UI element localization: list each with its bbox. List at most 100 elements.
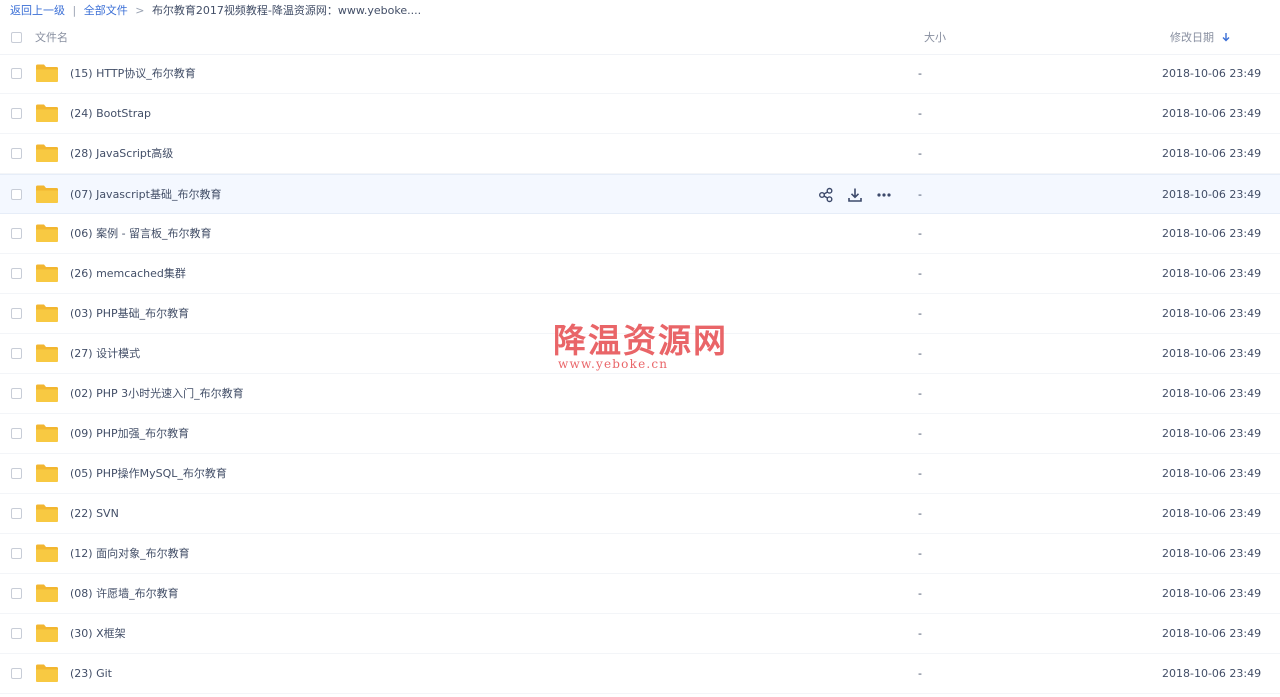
file-date: 2018-10-06 23:49: [1162, 147, 1262, 160]
watermark: 降温资源网 www.yeboke.cn: [553, 322, 733, 376]
column-header-size[interactable]: 大小: [924, 22, 946, 54]
file-size: -: [918, 587, 922, 600]
folder-icon: [36, 664, 58, 682]
row-checkbox[interactable]: [11, 189, 22, 200]
row-checkbox[interactable]: [11, 108, 22, 119]
file-date: 2018-10-06 23:49: [1162, 587, 1262, 600]
file-date: 2018-10-06 23:49: [1162, 227, 1262, 240]
row-checkbox[interactable]: [11, 508, 22, 519]
file-name[interactable]: (26) memcached集群: [70, 254, 186, 294]
row-checkbox[interactable]: [11, 388, 22, 399]
file-size: -: [918, 67, 922, 80]
file-row[interactable]: (02) PHP 3小时光速入门_布尔教育 - 2018-10-06 23:49: [0, 374, 1280, 414]
file-size: -: [918, 188, 922, 201]
folder-icon: [36, 384, 58, 402]
watermark-sub: www.yeboke.cn: [558, 357, 669, 371]
row-checkbox[interactable]: [11, 548, 22, 559]
folder-icon: [36, 424, 58, 442]
file-date: 2018-10-06 23:49: [1162, 307, 1262, 320]
file-row[interactable]: (07) Javascript基础_布尔教育 - 2018-10-06 23:4…: [0, 174, 1280, 214]
file-name[interactable]: (27) 设计模式: [70, 334, 140, 374]
file-date: 2018-10-06 23:49: [1162, 547, 1262, 560]
file-date: 2018-10-06 23:49: [1162, 267, 1262, 280]
file-row[interactable]: (06) 案例 - 留言板_布尔教育 - 2018-10-06 23:49: [0, 214, 1280, 254]
file-date: 2018-10-06 23:49: [1162, 507, 1262, 520]
file-size: -: [918, 107, 922, 120]
file-name[interactable]: (22) SVN: [70, 494, 119, 534]
file-date: 2018-10-06 23:49: [1162, 467, 1262, 480]
file-row[interactable]: (22) SVN - 2018-10-06 23:49: [0, 494, 1280, 534]
file-name[interactable]: (03) PHP基础_布尔教育: [70, 294, 189, 334]
row-checkbox[interactable]: [11, 348, 22, 359]
share-icon[interactable]: [818, 187, 834, 203]
file-row[interactable]: (26) memcached集群 - 2018-10-06 23:49: [0, 254, 1280, 294]
file-date: 2018-10-06 23:49: [1162, 67, 1262, 80]
file-row[interactable]: (15) HTTP协议_布尔教育 - 2018-10-06 23:49: [0, 54, 1280, 94]
file-name[interactable]: (24) BootStrap: [70, 94, 151, 134]
column-header-date-label: 修改日期: [1170, 31, 1214, 44]
breadcrumb-current: 布尔教育2017视频教程-降温资源网：www.yeboke....: [151, 4, 422, 17]
file-row[interactable]: (28) JavaScript高级 - 2018-10-06 23:49: [0, 134, 1280, 174]
folder-icon: [36, 144, 58, 162]
folder-icon: [36, 64, 58, 82]
file-row[interactable]: (24) BootStrap - 2018-10-06 23:49: [0, 94, 1280, 134]
file-name[interactable]: (06) 案例 - 留言板_布尔教育: [70, 214, 212, 254]
file-size: -: [918, 467, 922, 480]
file-row[interactable]: (23) Git - 2018-10-06 23:49: [0, 654, 1280, 694]
file-size: -: [918, 547, 922, 560]
row-checkbox[interactable]: [11, 468, 22, 479]
download-icon[interactable]: [847, 187, 863, 203]
folder-icon: [36, 185, 58, 203]
file-name[interactable]: (05) PHP操作MySQL_布尔教育: [70, 454, 227, 494]
row-checkbox[interactable]: [11, 148, 22, 159]
file-size: -: [918, 227, 922, 240]
file-name[interactable]: (12) 面向对象_布尔教育: [70, 534, 190, 574]
folder-icon: [36, 544, 58, 562]
back-link[interactable]: 返回上一级: [10, 4, 65, 17]
file-size: -: [918, 147, 922, 160]
row-checkbox[interactable]: [11, 268, 22, 279]
file-size: -: [918, 307, 922, 320]
file-size: -: [918, 267, 922, 280]
column-header-date[interactable]: 修改日期: [1170, 22, 1231, 54]
file-row[interactable]: (30) X框架 - 2018-10-06 23:49: [0, 614, 1280, 654]
file-list-header: 文件名 大小 修改日期: [0, 22, 1280, 55]
folder-icon: [36, 104, 58, 122]
row-checkbox[interactable]: [11, 308, 22, 319]
file-date: 2018-10-06 23:49: [1162, 427, 1262, 440]
file-name[interactable]: (02) PHP 3小时光速入门_布尔教育: [70, 374, 244, 414]
folder-icon: [36, 464, 58, 482]
file-name[interactable]: (23) Git: [70, 654, 112, 694]
column-header-name[interactable]: 文件名: [35, 22, 68, 54]
file-date: 2018-10-06 23:49: [1162, 107, 1262, 120]
file-row[interactable]: (05) PHP操作MySQL_布尔教育 - 2018-10-06 23:49: [0, 454, 1280, 494]
file-size: -: [918, 667, 922, 680]
row-checkbox[interactable]: [11, 588, 22, 599]
file-name[interactable]: (28) JavaScript高级: [70, 134, 173, 174]
folder-icon: [36, 264, 58, 282]
select-all-checkbox[interactable]: [11, 32, 22, 43]
arrow-down-icon: [1222, 33, 1229, 42]
breadcrumb: 返回上一级 | 全部文件 > 布尔教育2017视频教程-降温资源网：www.ye…: [10, 3, 421, 19]
row-checkbox[interactable]: [11, 428, 22, 439]
folder-icon: [36, 304, 58, 322]
row-checkbox[interactable]: [11, 668, 22, 679]
row-checkbox[interactable]: [11, 228, 22, 239]
folder-icon: [36, 224, 58, 242]
file-name[interactable]: (08) 许愿墙_布尔教育: [70, 574, 179, 614]
file-date: 2018-10-06 23:49: [1162, 188, 1262, 201]
file-row[interactable]: (12) 面向对象_布尔教育 - 2018-10-06 23:49: [0, 534, 1280, 574]
row-checkbox[interactable]: [11, 68, 22, 79]
watermark-main: 降温资源网: [553, 321, 728, 360]
file-row[interactable]: (09) PHP加强_布尔教育 - 2018-10-06 23:49: [0, 414, 1280, 454]
row-checkbox[interactable]: [11, 628, 22, 639]
file-name[interactable]: (07) Javascript基础_布尔教育: [70, 175, 221, 215]
all-files-link[interactable]: 全部文件: [84, 4, 128, 17]
file-name[interactable]: (09) PHP加强_布尔教育: [70, 414, 189, 454]
folder-icon: [36, 344, 58, 362]
file-name[interactable]: (30) X框架: [70, 614, 126, 654]
folder-icon: [36, 584, 58, 602]
more-icon[interactable]: [876, 187, 892, 203]
file-row[interactable]: (08) 许愿墙_布尔教育 - 2018-10-06 23:49: [0, 574, 1280, 614]
file-name[interactable]: (15) HTTP协议_布尔教育: [70, 54, 196, 94]
